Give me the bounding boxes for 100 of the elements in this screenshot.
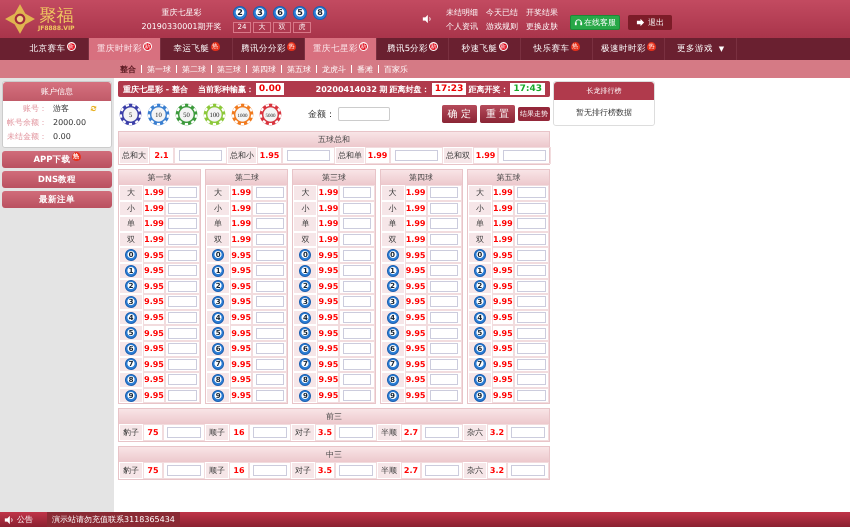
- bet-amount-field[interactable]: [430, 280, 458, 292]
- bet-amount-field[interactable]: [256, 250, 284, 261]
- header-link[interactable]: 个人资讯: [446, 20, 478, 32]
- bet-amount-field[interactable]: [517, 265, 546, 276]
- bet-amount-field[interactable]: [430, 328, 458, 339]
- header-link[interactable]: 更换皮肤: [526, 20, 558, 32]
- play-tab[interactable]: 龙虎斗: [322, 64, 346, 74]
- bet-amount-field[interactable]: [517, 218, 546, 230]
- bet-amount-field[interactable]: [253, 465, 287, 476]
- bet-amount-field[interactable]: [430, 374, 458, 386]
- bet-amount-field[interactable]: [168, 358, 197, 370]
- bet-amount-field[interactable]: [342, 280, 372, 292]
- bet-amount-field[interactable]: [256, 280, 284, 292]
- bet-amount-field[interactable]: [256, 390, 284, 402]
- bet-amount-field[interactable]: [430, 218, 458, 230]
- header-link[interactable]: 今天已结: [486, 6, 518, 18]
- bet-amount-field[interactable]: [430, 312, 458, 324]
- bet-amount-field[interactable]: [342, 234, 372, 246]
- bet-amount-field[interactable]: [168, 202, 197, 214]
- sidebar-button[interactable]: 最新注单: [2, 191, 112, 208]
- bet-amount-field[interactable]: [342, 358, 372, 370]
- bet-amount-field[interactable]: [168, 280, 197, 292]
- bet-amount-field[interactable]: [256, 265, 284, 276]
- bet-amount-field[interactable]: [168, 390, 197, 402]
- bet-amount-field[interactable]: [168, 234, 197, 246]
- play-tab[interactable]: 第五球: [287, 64, 311, 74]
- bet-amount-field[interactable]: [339, 465, 373, 476]
- bet-amount-field[interactable]: [517, 343, 546, 354]
- bet-amount-field[interactable]: [430, 296, 458, 308]
- header-link[interactable]: 开奖结果: [526, 6, 558, 18]
- play-tab[interactable]: 整合: [120, 64, 136, 74]
- bet-amount-field[interactable]: [256, 312, 284, 324]
- play-tab[interactable]: 第三球: [217, 64, 241, 74]
- bet-amount-field[interactable]: [430, 234, 458, 246]
- bet-amount-field[interactable]: [430, 358, 458, 370]
- play-tab[interactable]: 第二球: [182, 64, 206, 74]
- bet-amount-field[interactable]: [253, 427, 287, 438]
- speaker-icon[interactable]: [422, 14, 432, 24]
- bet-amount-field[interactable]: [342, 296, 372, 308]
- sidebar-button[interactable]: DNS教程: [2, 171, 112, 188]
- bet-amount-field[interactable]: [339, 427, 373, 438]
- bet-amount-field[interactable]: [517, 374, 546, 386]
- bet-amount-field[interactable]: [517, 312, 546, 324]
- bet-amount-field[interactable]: [517, 328, 546, 339]
- bet-amount-field[interactable]: [256, 343, 284, 354]
- bet-amount-field[interactable]: [517, 250, 546, 261]
- bet-amount-field[interactable]: [517, 358, 546, 370]
- bet-amount-field[interactable]: [168, 187, 197, 198]
- bet-amount-field[interactable]: [430, 202, 458, 214]
- bet-amount-field[interactable]: [342, 218, 372, 230]
- bet-amount-field[interactable]: [342, 312, 372, 324]
- bet-amount-field[interactable]: [342, 328, 372, 339]
- bet-amount-field[interactable]: [256, 358, 284, 370]
- bet-amount-field[interactable]: [168, 312, 197, 324]
- bet-amount-field[interactable]: [168, 374, 197, 386]
- bet-amount-field[interactable]: [394, 150, 438, 161]
- bet-amount-field[interactable]: [256, 296, 284, 308]
- bet-amount-field[interactable]: [168, 343, 197, 354]
- bet-amount-field[interactable]: [342, 250, 372, 261]
- bet-amount-field[interactable]: [430, 343, 458, 354]
- bet-amount-field[interactable]: [517, 280, 546, 292]
- bet-amount-field[interactable]: [168, 265, 197, 276]
- bet-amount-field[interactable]: [342, 390, 372, 402]
- bet-amount-field[interactable]: [511, 427, 545, 438]
- bet-amount-field[interactable]: [256, 218, 284, 230]
- bet-amount-field[interactable]: [167, 427, 201, 438]
- bet-amount-field[interactable]: [286, 150, 330, 161]
- bet-amount-field[interactable]: [168, 218, 197, 230]
- logout-button[interactable]: 退出: [628, 14, 672, 30]
- bet-amount-field[interactable]: [425, 427, 459, 438]
- bet-amount-field[interactable]: [168, 296, 197, 308]
- header-link[interactable]: 未结明细: [446, 6, 478, 18]
- bet-amount-field[interactable]: [168, 328, 197, 339]
- bet-amount-field[interactable]: [425, 465, 459, 476]
- bet-amount-field[interactable]: [517, 296, 546, 308]
- bet-amount-field[interactable]: [168, 250, 197, 261]
- refresh-icon[interactable]: [89, 104, 98, 112]
- bet-amount-field[interactable]: [430, 390, 458, 402]
- header-link[interactable]: 游戏规则: [486, 20, 518, 32]
- play-tab[interactable]: 百家乐: [384, 64, 408, 74]
- bet-amount-field[interactable]: [256, 234, 284, 246]
- bet-amount-field[interactable]: [342, 343, 372, 354]
- reset-button[interactable]: 重 置: [480, 105, 515, 123]
- bet-amount-field[interactable]: [502, 150, 546, 161]
- bet-amount-field[interactable]: [256, 187, 284, 198]
- play-tab[interactable]: 第一球: [147, 64, 171, 74]
- play-tab[interactable]: 番滩: [357, 64, 373, 74]
- bet-amount-field[interactable]: [517, 390, 546, 402]
- bet-amount-field[interactable]: [517, 234, 546, 246]
- bet-amount-field[interactable]: [511, 465, 545, 476]
- bet-amount-field[interactable]: [256, 202, 284, 214]
- bet-amount-field[interactable]: [256, 328, 284, 339]
- amount-field[interactable]: [338, 107, 390, 121]
- bet-amount-field[interactable]: [517, 187, 546, 198]
- bet-amount-field[interactable]: [430, 250, 458, 261]
- bet-amount-field[interactable]: [256, 374, 284, 386]
- bet-amount-field[interactable]: [517, 202, 546, 214]
- bet-amount-field[interactable]: [430, 265, 458, 276]
- service-button[interactable]: 在线客服: [570, 14, 620, 30]
- bet-amount-field[interactable]: [430, 187, 458, 198]
